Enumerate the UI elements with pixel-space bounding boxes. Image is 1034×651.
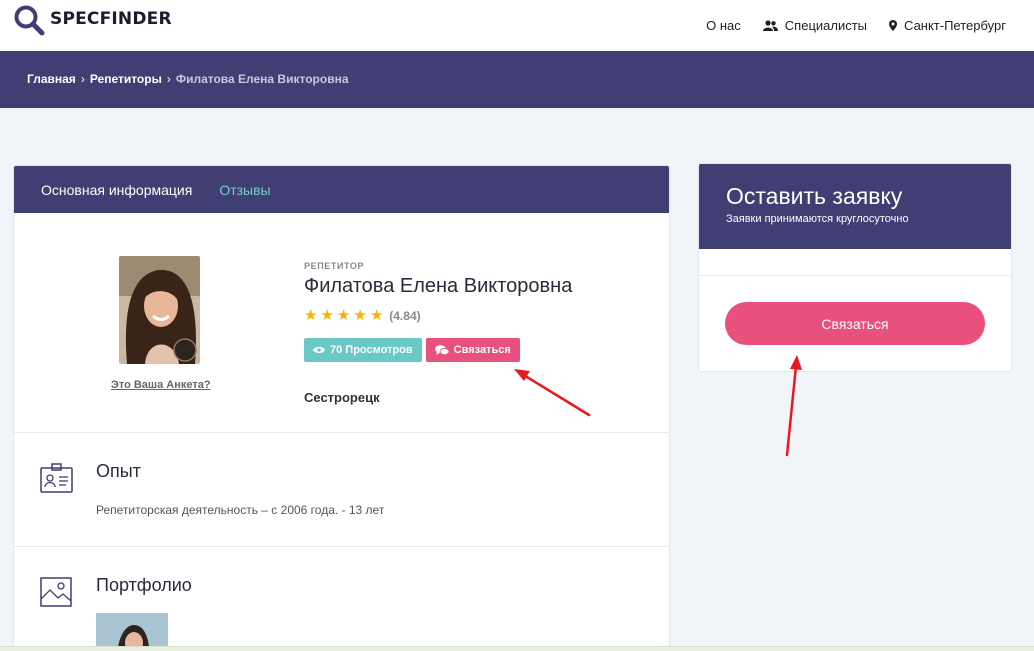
request-title: Оставить заявку (726, 183, 903, 209)
profile-badges: 70 Просмотров Связаться (304, 338, 524, 362)
experience-title: Опыт (96, 461, 141, 481)
star-icon: ★ (320, 307, 334, 324)
star-icon: ★ (353, 307, 367, 324)
tab-main-info[interactable]: Основная информация (41, 182, 192, 198)
rating-value: (4.84) (389, 308, 421, 323)
rating-stars: ★ ★ ★ ★ ★ (4.84) (304, 308, 421, 323)
chat-icon (434, 344, 449, 355)
experience-section: Опыт Репетиторская деятельность – с 2006… (14, 433, 669, 547)
portfolio-section: Портфолио (14, 547, 669, 651)
request-subtitle: Заявки принимаются круглосуточно (726, 213, 909, 225)
profile-card: Основная информация Отзывы Это Ваша Анке… (13, 165, 670, 651)
nav-specialists-link[interactable]: Специалисты (762, 18, 868, 33)
breadcrumb-section[interactable]: Репетиторы (90, 72, 162, 86)
image-icon (40, 577, 72, 607)
users-icon (762, 20, 778, 31)
tab-reviews[interactable]: Отзывы (219, 182, 270, 198)
portfolio-title: Портфолио (96, 575, 192, 595)
experience-text: Репетиторская деятельность – с 2006 года… (96, 503, 385, 517)
id-card-icon (40, 463, 73, 493)
profile-location: Сестрорецк (304, 390, 380, 405)
request-header: Оставить заявку Заявки принимаются кругл… (699, 164, 1011, 249)
contact-badge-button[interactable]: Связаться (425, 338, 520, 362)
breadcrumb-bar: Главная › Репетиторы › Филатова Елена Ви… (0, 51, 1034, 108)
profile-summary: Это Ваша Анкета? РЕПЕТИТОР Филатова Елен… (14, 213, 669, 433)
bottom-strip (0, 646, 1034, 651)
profile-tabs: Основная информация Отзывы (14, 166, 669, 213)
star-icon: ★ (336, 307, 351, 324)
breadcrumb-separator: › (166, 72, 171, 86)
search-logo-icon (14, 5, 45, 36)
profile-photo (119, 256, 200, 364)
contact-button[interactable]: Связаться (725, 302, 985, 345)
brand-name: SPECFINDER (50, 9, 172, 29)
nav-specialists-label: Специалисты (784, 18, 868, 33)
views-count: 70 Просмотров (330, 344, 413, 356)
eye-icon (313, 347, 325, 353)
request-divider (699, 275, 1011, 276)
claim-profile-link[interactable]: Это Ваша Анкета? (111, 379, 211, 391)
views-badge: 70 Просмотров (304, 338, 422, 362)
nav-about-link[interactable]: О нас (706, 18, 741, 33)
nav-city-label: Санкт-Петербург (904, 18, 1006, 33)
star-icon: ★ (369, 307, 384, 324)
request-card: Оставить заявку Заявки принимаются кругл… (698, 163, 1012, 372)
breadcrumb-home[interactable]: Главная (27, 72, 76, 86)
logo[interactable]: SPECFINDER (12, 4, 172, 38)
contact-badge-label: Связаться (453, 344, 511, 356)
breadcrumb-separator: › (80, 72, 85, 86)
star-icon: ★ (304, 307, 318, 324)
nav-city-link[interactable]: Санкт-Петербург (889, 18, 1006, 33)
breadcrumb: Главная › Репетиторы › Филатова Елена Ви… (27, 72, 349, 86)
nav-about-label: О нас (706, 18, 741, 33)
profile-role: РЕПЕТИТОР (304, 261, 365, 271)
breadcrumb-current: Филатова Елена Викторовна (175, 72, 349, 86)
map-pin-icon (889, 20, 898, 31)
profile-name: Филатова Елена Викторовна (304, 275, 573, 297)
top-navbar: SPECFINDER О нас Специалисты Санкт-Петер… (0, 0, 1034, 51)
